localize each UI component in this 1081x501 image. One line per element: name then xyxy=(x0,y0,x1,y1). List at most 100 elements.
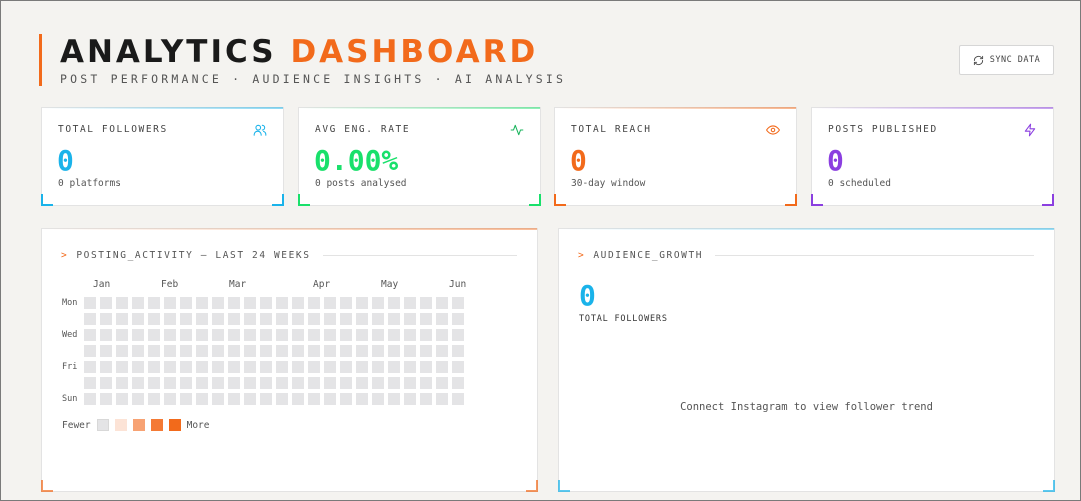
heatmap-cell xyxy=(308,313,320,325)
stat-sub: 0 platforms xyxy=(58,178,121,189)
legend-fewer-label: Fewer xyxy=(62,419,91,431)
month-label: May xyxy=(381,279,399,290)
heatmap-cell xyxy=(324,297,336,309)
stat-label: POSTS PUBLISHED xyxy=(828,124,938,135)
heatmap-cell xyxy=(388,393,400,405)
heatmap-cell xyxy=(436,313,448,325)
heatmap-cell xyxy=(292,313,304,325)
activity-heatmap: Jan Feb Mar Apr May Jun Mon Wed Fri Sun … xyxy=(62,279,466,431)
heatmap-cell xyxy=(244,393,256,405)
sync-data-button[interactable]: SYNC DATA xyxy=(959,45,1054,75)
heatmap-cell xyxy=(420,329,432,341)
heatmap-cell xyxy=(84,297,96,309)
heatmap-cell xyxy=(292,345,304,357)
heatmap-cell xyxy=(244,345,256,357)
heatmap-cell xyxy=(324,377,336,389)
heatmap-cell xyxy=(180,361,192,373)
heatmap-cell xyxy=(132,297,144,309)
heatmap-cell xyxy=(308,329,320,341)
day-label: Sun xyxy=(62,394,78,404)
heatmap-cell xyxy=(228,377,240,389)
empty-state-message: Connect Instagram to view follower trend xyxy=(680,401,933,413)
heatmap-cell xyxy=(436,361,448,373)
heatmap-cell xyxy=(212,393,224,405)
heatmap-cell xyxy=(452,297,464,309)
heatmap-cell xyxy=(212,345,224,357)
heatmap-cell xyxy=(228,345,240,357)
heatmap-cell xyxy=(324,313,336,325)
heatmap-cell xyxy=(180,377,192,389)
heatmap-cell xyxy=(372,361,384,373)
heatmap-cell xyxy=(212,329,224,341)
stat-label: AVG ENG. RATE xyxy=(315,124,411,135)
heatmap-cell xyxy=(436,377,448,389)
heatmap-cell xyxy=(164,345,176,357)
stat-label: TOTAL REACH xyxy=(571,124,652,135)
heatmap-cell xyxy=(276,297,288,309)
heatmap-cell xyxy=(260,297,272,309)
heatmap-cell xyxy=(388,361,400,373)
heatmap-cell xyxy=(180,345,192,357)
heatmap-cell xyxy=(420,345,432,357)
month-label: Jan xyxy=(93,279,111,290)
heatmap-cell xyxy=(100,361,112,373)
heatmap-cell xyxy=(372,345,384,357)
day-label: Mon xyxy=(62,298,78,308)
heatmap-cell xyxy=(276,345,288,357)
day-label: Wed xyxy=(62,330,78,340)
heatmap-cell xyxy=(148,297,160,309)
heatmap-cell xyxy=(356,377,368,389)
heatmap-cell xyxy=(292,377,304,389)
legend-swatch xyxy=(114,419,127,431)
growth-label: TOTAL FOLLOWERS xyxy=(579,314,668,324)
heatmap-cell xyxy=(148,345,160,357)
heatmap-cell xyxy=(116,361,128,373)
heatmap-cell xyxy=(148,329,160,341)
month-label: Feb xyxy=(161,279,179,290)
heatmap-cell xyxy=(452,361,464,373)
heatmap-cell xyxy=(116,393,128,405)
heatmap-cell xyxy=(196,345,208,357)
posting-activity-panel: > POSTING_ACTIVITY — LAST 24 WEEKS Jan F… xyxy=(41,228,538,492)
heatmap-cell xyxy=(100,329,112,341)
prompt-prefix: > xyxy=(578,250,586,261)
heatmap-cell xyxy=(100,393,112,405)
heatmap-cell xyxy=(404,393,416,405)
legend-swatch xyxy=(150,419,163,431)
heatmap-cell xyxy=(276,313,288,325)
heatmap-cell xyxy=(356,361,368,373)
heatmap-cell xyxy=(260,313,272,325)
heatmap-cell xyxy=(180,313,192,325)
heatmap-cell xyxy=(436,393,448,405)
heatmap-cell xyxy=(132,393,144,405)
heatmap-cell xyxy=(84,329,96,341)
stat-sub: 30-day window xyxy=(571,178,646,189)
heatmap-cell xyxy=(180,297,192,309)
heatmap-cell xyxy=(164,297,176,309)
heatmap-cell xyxy=(132,329,144,341)
heatmap-cell xyxy=(388,377,400,389)
heatmap-cell xyxy=(260,393,272,405)
heatmap-cell xyxy=(340,345,352,357)
heatmap-cell xyxy=(116,313,128,325)
stat-value: 0 xyxy=(57,144,74,177)
growth-value: 0 xyxy=(579,279,596,312)
heatmap-cell xyxy=(292,361,304,373)
panel-title: AUDIENCE_GROWTH xyxy=(593,250,704,261)
heatmap-cell xyxy=(324,361,336,373)
stat-card-reach: TOTAL REACH 0 30-day window xyxy=(554,107,797,206)
stat-value: 0 xyxy=(570,144,587,177)
heatmap-cell xyxy=(356,313,368,325)
heatmap-cell xyxy=(148,361,160,373)
panel-header: > POSTING_ACTIVITY — LAST 24 WEEKS xyxy=(61,250,517,261)
heatmap-cell xyxy=(340,393,352,405)
heatmap-cell xyxy=(164,361,176,373)
zap-icon xyxy=(1024,123,1036,137)
divider xyxy=(715,255,1034,256)
heatmap-cell xyxy=(196,313,208,325)
heatmap-cell xyxy=(388,329,400,341)
heatmap-cell xyxy=(196,297,208,309)
heatmap-cell xyxy=(340,361,352,373)
heatmap-cell xyxy=(260,361,272,373)
heatmap-cell xyxy=(340,329,352,341)
